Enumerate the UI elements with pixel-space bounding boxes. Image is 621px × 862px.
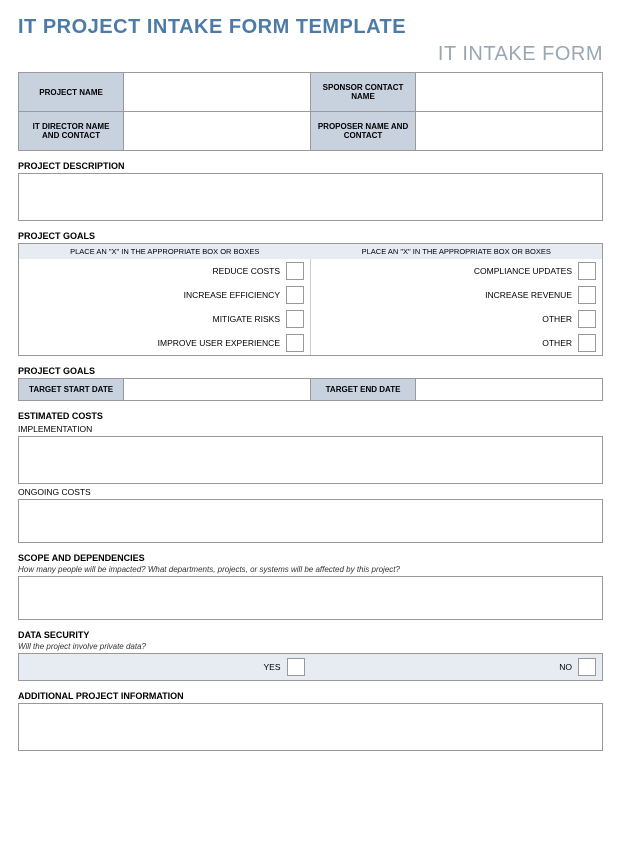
goals-instruction-right: PLACE AN "X" IN THE APPROPRIATE BOX OR B… xyxy=(311,244,603,259)
implementation-label: IMPLEMENTATION xyxy=(18,424,603,434)
goal-checkbox-reduce-costs[interactable] xyxy=(286,262,304,280)
proposer-field[interactable] xyxy=(416,112,603,151)
scope-heading: SCOPE AND DEPENDENCIES xyxy=(18,553,603,563)
implementation-field[interactable] xyxy=(18,436,603,484)
dates-table: TARGET START DATE TARGET END DATE xyxy=(18,378,603,401)
director-label: IT DIRECTOR NAME AND CONTACT xyxy=(19,112,124,151)
sponsor-label: SPONSOR CONTACT NAME xyxy=(310,73,415,112)
goal-label: IMPROVE USER EXPERIENCE xyxy=(158,338,280,348)
goal-label: REDUCE COSTS xyxy=(212,266,280,276)
ongoing-label: ONGOING COSTS xyxy=(18,487,603,497)
page-subtitle: IT INTAKE FORM xyxy=(18,43,603,66)
page-title: IT PROJECT INTAKE FORM TEMPLATE xyxy=(18,16,603,39)
description-field[interactable] xyxy=(18,173,603,221)
goal-checkbox-mitigate-risks[interactable] xyxy=(286,310,304,328)
start-date-field[interactable] xyxy=(124,379,311,401)
goal-label: OTHER xyxy=(542,314,572,324)
dates-heading: PROJECT GOALS xyxy=(18,366,603,376)
no-label: NO xyxy=(559,662,572,672)
goals-instruction-left: PLACE AN "X" IN THE APPROPRIATE BOX OR B… xyxy=(19,244,311,259)
start-date-label: TARGET START DATE xyxy=(19,379,124,401)
yes-label: YES xyxy=(263,662,280,672)
goal-label: COMPLIANCE UPDATES xyxy=(474,266,572,276)
security-heading: DATA SECURITY xyxy=(18,630,603,640)
proposer-label: PROPOSER NAME AND CONTACT xyxy=(310,112,415,151)
goal-checkbox-increase-revenue[interactable] xyxy=(578,286,596,304)
description-heading: PROJECT DESCRIPTION xyxy=(18,161,603,171)
security-hint: Will the project involve private data? xyxy=(18,642,603,651)
goal-checkbox-increase-efficiency[interactable] xyxy=(286,286,304,304)
additional-heading: ADDITIONAL PROJECT INFORMATION xyxy=(18,691,603,701)
goal-checkbox-other-2[interactable] xyxy=(578,334,596,352)
goal-checkbox-compliance[interactable] xyxy=(578,262,596,280)
end-date-label: TARGET END DATE xyxy=(310,379,415,401)
goal-label: INCREASE REVENUE xyxy=(485,290,572,300)
scope-field[interactable] xyxy=(18,576,603,620)
scope-hint: How many people will be impacted? What d… xyxy=(18,565,603,574)
project-name-label: PROJECT NAME xyxy=(19,73,124,112)
costs-heading: ESTIMATED COSTS xyxy=(18,411,603,421)
goal-checkbox-other-1[interactable] xyxy=(578,310,596,328)
security-yes-checkbox[interactable] xyxy=(287,658,305,676)
goals-heading: PROJECT GOALS xyxy=(18,231,603,241)
end-date-field[interactable] xyxy=(416,379,603,401)
goals-table: PLACE AN "X" IN THE APPROPRIATE BOX OR B… xyxy=(18,243,603,356)
goal-label: OTHER xyxy=(542,338,572,348)
director-field[interactable] xyxy=(124,112,311,151)
sponsor-field[interactable] xyxy=(416,73,603,112)
goal-checkbox-improve-ux[interactable] xyxy=(286,334,304,352)
security-no-checkbox[interactable] xyxy=(578,658,596,676)
ongoing-field[interactable] xyxy=(18,499,603,543)
project-name-field[interactable] xyxy=(124,73,311,112)
info-table: PROJECT NAME SPONSOR CONTACT NAME IT DIR… xyxy=(18,72,603,151)
security-yesno: YES NO xyxy=(18,653,603,681)
additional-field[interactable] xyxy=(18,703,603,751)
goal-label: INCREASE EFFICIENCY xyxy=(184,290,280,300)
goal-label: MITIGATE RISKS xyxy=(213,314,280,324)
